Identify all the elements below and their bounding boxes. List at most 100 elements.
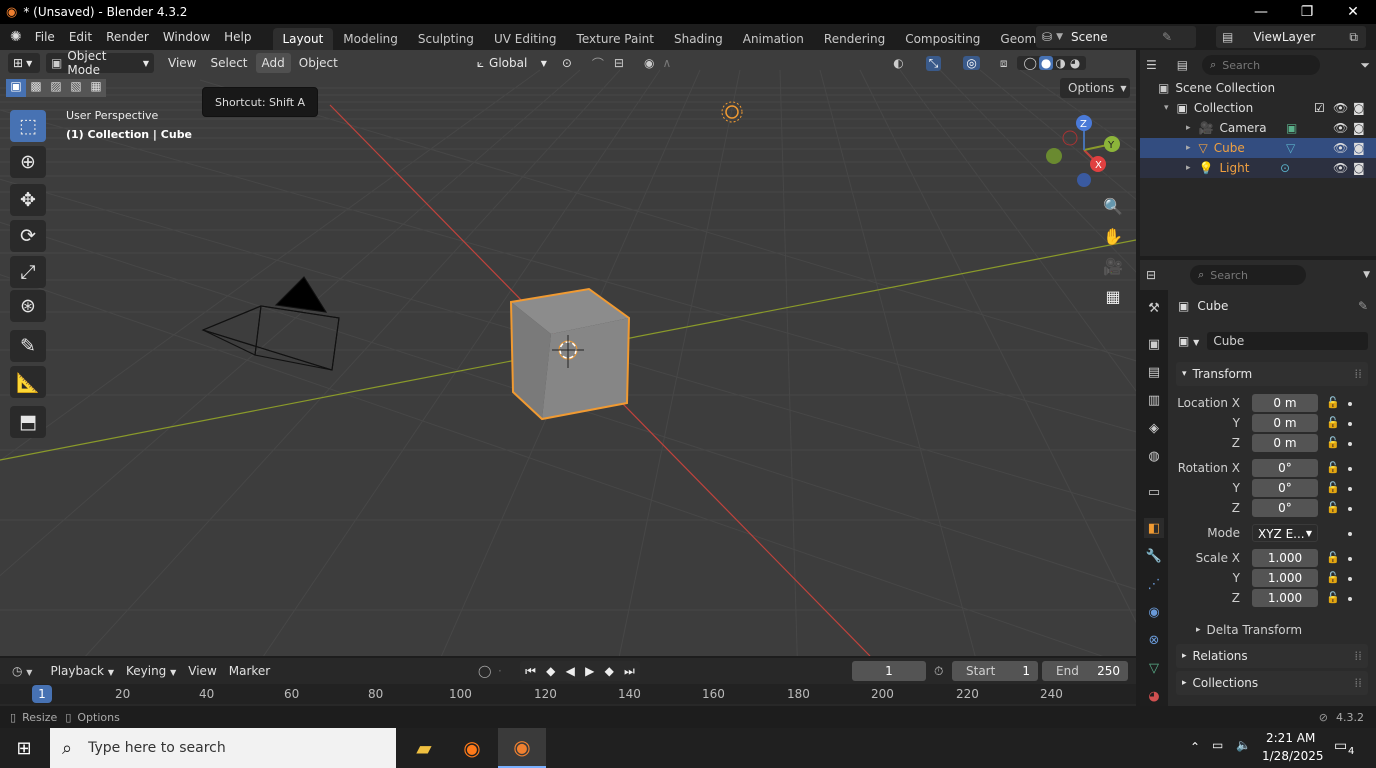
chevron-up-icon[interactable]: ⌃ [1190,740,1200,754]
pin-icon[interactable]: ✎ [1162,30,1172,44]
material-tab-icon[interactable]: ◕ [1144,686,1164,706]
menu-select[interactable]: Select [204,53,253,73]
lock-icon[interactable]: 🔓 [1326,571,1340,585]
keyframe-dot[interactable] [1348,422,1352,426]
menu-window[interactable]: Window [156,27,217,47]
jump-start-icon[interactable]: ⏮ [525,664,536,679]
overlay-toggle-icon[interactable]: ◎ [963,56,980,70]
lock-icon[interactable]: 🔓 [1326,591,1340,605]
keyframe-dot[interactable] [1348,532,1352,536]
menu-view[interactable]: View [162,53,202,73]
outliner-item-cube[interactable]: ▸ ▽ Cube ▽ 👁 ◙ [1140,138,1376,158]
rendered-shading-icon[interactable]: ◕ [1068,56,1082,70]
close-button[interactable]: ✕ [1330,0,1376,24]
volume-icon[interactable]: 🔈 [1236,738,1251,752]
collection-tab-icon[interactable]: ▭ [1144,482,1164,502]
location-y-field[interactable]: 0 m [1252,414,1318,432]
properties-search[interactable]: ⌕ Search [1190,265,1307,285]
eye-icon[interactable]: 👁 [1333,121,1348,135]
falloff-icon[interactable]: ∧ [662,56,671,70]
visibility-icon[interactable]: ◐ [893,56,903,70]
proportional-edit-icon[interactable]: ◉ [644,56,654,70]
keyframe-dot[interactable] [1348,402,1352,406]
firefox-icon[interactable]: ◉ [448,728,496,768]
lock-icon[interactable]: 🔓 [1326,481,1340,495]
cursor-tool[interactable]: ⊕ [10,146,46,178]
camera-render-icon[interactable]: ◙ [1353,161,1365,175]
world-tab-icon[interactable]: ◍ [1144,446,1164,466]
filter-icon[interactable]: ⏷ [1360,58,1370,73]
perspective-toggle-icon[interactable]: ▦ [1098,282,1128,310]
play-icon[interactable]: ▶ [585,664,594,678]
frame-ruler[interactable]: 1 20 40 60 80 100 120 140 160 180 200 22… [0,684,1136,704]
physics-tab-icon[interactable]: ◉ [1144,602,1164,622]
record-icon[interactable]: ◯ [478,664,491,678]
object-tab-icon[interactable]: ◧ [1144,518,1164,538]
taskbar-search[interactable]: ⌕ Type here to search [50,728,396,768]
expand-icon[interactable]: ▾ [1164,103,1169,113]
keyframe-dot[interactable] [1348,467,1352,471]
move-tool[interactable]: ✥ [10,184,46,216]
pin-icon[interactable]: ✎ [1358,299,1368,313]
tab-texture-paint[interactable]: Texture Paint [567,28,664,50]
new-viewlayer-icon[interactable]: ⧉ [1349,30,1358,45]
rotation-mode-dropdown[interactable]: XYZ E... ▼ [1252,524,1318,542]
keyframe-dot[interactable] [1348,442,1352,446]
keyframe-dot[interactable] [1348,487,1352,491]
outliner-search[interactable]: ⌕ Search [1202,55,1321,75]
material-shading-icon[interactable]: ◑ [1053,56,1067,70]
network-icon[interactable]: ▭ [1212,738,1223,752]
expand-icon[interactable]: ▸ [1186,143,1191,153]
eye-icon[interactable]: 👁 [1333,141,1348,155]
notification-icon[interactable]: ▭ [1334,738,1347,754]
jump-end-icon[interactable]: ⏭ [624,664,635,679]
constraints-tab-icon[interactable]: ⊗ [1144,630,1164,650]
blender-menu-icon[interactable]: ✺ [10,29,22,45]
select-subtract-icon[interactable]: ▨ [46,79,66,97]
tab-layout[interactable]: Layout [272,28,334,50]
rotation-x-field[interactable]: 0° [1252,459,1318,477]
pivot-icon[interactable]: ⊙ [562,56,572,70]
maximize-button[interactable]: ❐ [1284,0,1330,24]
render-tab-icon[interactable]: ▣ [1144,334,1164,354]
drag-handle-icon[interactable]: ⁞⁞ [1354,649,1362,663]
drag-handle-icon[interactable]: ⁞⁞ [1354,367,1362,381]
camera-view-icon[interactable]: 🎥 [1098,252,1128,280]
stopwatch-icon[interactable]: ⏱ [934,664,943,679]
menu-marker[interactable]: Marker [223,661,276,681]
camera-render-icon[interactable]: ◙ [1353,141,1365,155]
keyframe-auto-icon[interactable]: · [498,664,502,678]
object-name-field[interactable]: Cube [1207,332,1368,350]
chevron-down-icon[interactable]: ▼ [1363,270,1370,280]
tool-tab-icon[interactable]: ⚒ [1144,298,1164,318]
start-frame-field[interactable]: Start 1 [952,661,1038,681]
object-type-icon[interactable]: ▣ ▼ [1178,334,1199,348]
view-layer-tab-icon[interactable]: ▥ [1144,390,1164,410]
options-dropdown[interactable]: Options ▼ [1060,78,1130,98]
add-cube-tool[interactable]: ⬒ [10,406,46,438]
play-reverse-icon[interactable]: ◀ [566,664,575,678]
measure-tool[interactable]: 📐 [10,366,46,398]
scene-collection-row[interactable]: ▣ Scene Collection [1140,78,1376,98]
rotation-z-field[interactable]: 0° [1252,499,1318,517]
tab-modeling[interactable]: Modeling [333,28,408,50]
minimize-button[interactable]: — [1238,0,1284,24]
menu-object[interactable]: Object [293,53,344,73]
collections-panel-header[interactable]: ▸ Collections ⁞⁞ [1176,671,1368,695]
select-extend-icon[interactable]: ▩ [26,79,46,97]
camera-render-icon[interactable]: ◙ [1353,121,1365,135]
pan-hand-icon[interactable]: ✋ [1098,222,1128,250]
outliner-item-camera[interactable]: ▸ 🎥 Camera ▣ 👁 ◙ [1140,118,1376,138]
camera-render-icon[interactable]: ◙ [1353,101,1365,115]
camera-data-icon[interactable]: ▣ [1286,121,1297,135]
menu-keying[interactable]: Keying ▼ [120,661,182,681]
snap-icon[interactable]: ⌒ [592,55,604,72]
lock-icon[interactable]: 🔓 [1326,461,1340,475]
particles-tab-icon[interactable]: ⋰ [1144,574,1164,594]
scale-z-field[interactable]: 1.000 [1252,589,1318,607]
menu-help[interactable]: Help [217,27,258,47]
lock-icon[interactable]: 🔓 [1326,551,1340,565]
location-z-field[interactable]: 0 m [1252,434,1318,452]
eye-icon[interactable]: 👁 [1333,161,1348,175]
collection-row[interactable]: ▾ ▣ Collection ☑ 👁 ◙ [1140,98,1376,118]
